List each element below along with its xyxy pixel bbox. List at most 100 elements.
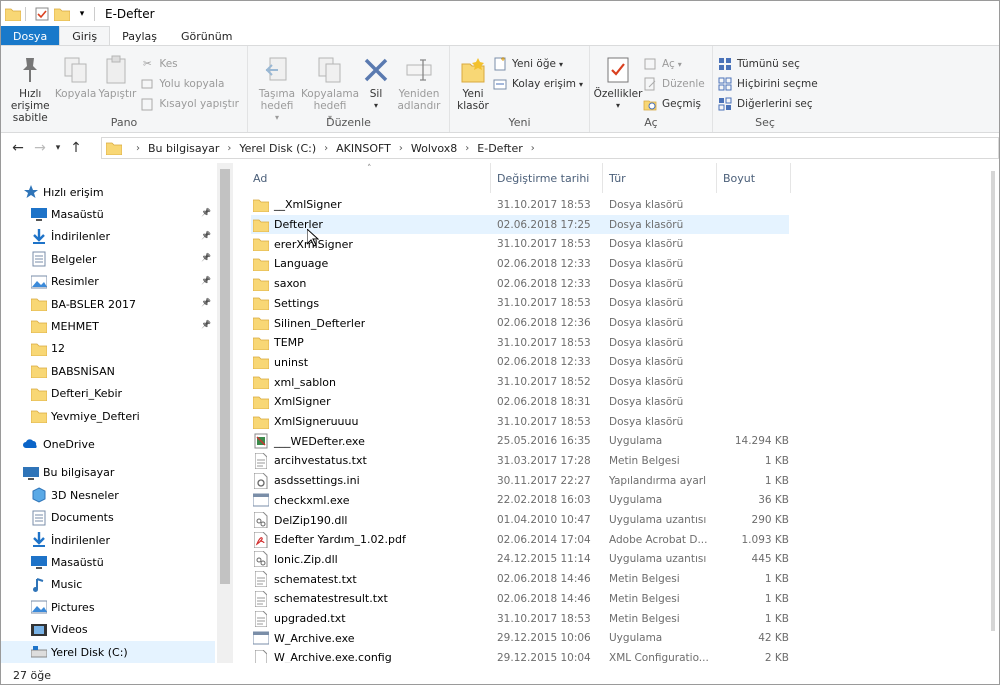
back-button[interactable]: ← — [7, 137, 29, 159]
file-row[interactable]: arcihvestatus.txt 31.03.2017 17:28 Metin B… — [251, 451, 789, 471]
file-row[interactable]: Defterler 02.06.2018 17:25 Dosya klasörü — [251, 214, 789, 235]
file-name-cell: arcihvestatus.txt — [251, 451, 367, 471]
file-row[interactable]: ererXmlSigner 31.10.2017 18:53 Dosya klasö… — [251, 234, 789, 254]
invert-selection-label: Diğerlerini seç — [737, 98, 813, 110]
column-header-date[interactable]: Değiştirme tarihi — [491, 163, 603, 193]
file-row[interactable]: checkxml.exe 22.02.2018 16:03 Uygulama 36 K… — [251, 491, 789, 511]
nav-pc-item[interactable]: 3D Nesneler — [1, 484, 215, 506]
file-row[interactable]: Settings 31.10.2017 18:53 Dosya klasörü — [251, 294, 789, 314]
nav-quick-item[interactable]: Yevmiye_Defteri — [1, 405, 215, 427]
select-all-button[interactable]: Tümünü seç — [717, 54, 822, 74]
file-name-cell: W_Archive.exe.config — [251, 648, 392, 663]
file-row[interactable]: __XmlSigner 31.10.2017 18:53 Dosya klasörü — [251, 195, 789, 215]
easy-access-button[interactable]: Kolay erişim ▾ — [492, 74, 587, 94]
new-item-button[interactable]: Yeni öğe ▾ — [492, 54, 587, 74]
file-row[interactable]: uninst 02.06.2018 12:33 Dosya klasörü — [251, 353, 789, 373]
file-row[interactable]: schematest.txt 02.06.2018 14:46 Metin Belg… — [251, 569, 789, 589]
file-name-cell: __XmlSigner — [251, 195, 342, 215]
nav-quick-item[interactable]: BABSNİSAN — [1, 360, 215, 382]
new-folder-quick-icon[interactable] — [54, 6, 70, 22]
navigation-scrollbar-thumb[interactable] — [220, 169, 230, 584]
paste-shortcut-button[interactable]: Kısayol yapıştır — [139, 94, 243, 114]
file-row[interactable]: TEMP 31.10.2017 18:53 Dosya klasörü — [251, 333, 789, 353]
nav-quick-item[interactable]: Defteri_Kebir — [1, 383, 215, 405]
column-header-type[interactable]: Tür — [603, 163, 717, 193]
nav-pc-item[interactable]: Videos — [1, 619, 215, 641]
nav-item-label: Documents — [51, 511, 114, 525]
up-button[interactable]: ↑ — [65, 137, 87, 159]
file-row[interactable]: Silinen_Defterler 02.06.2018 12:36 Dosya k… — [251, 313, 789, 333]
file-name-cell: DelZip190.dll — [251, 510, 347, 530]
breadcrumb-chevron-icon[interactable]: › — [227, 143, 231, 154]
file-row[interactable]: XmlSigner 02.06.2018 18:31 Dosya klasörü — [251, 392, 789, 412]
customize-quick-access-icon[interactable]: ▾ — [74, 6, 90, 22]
file-type: Dosya klasörü — [609, 415, 684, 428]
file-row[interactable]: upgraded.txt 31.10.2017 18:53 Metin Belges… — [251, 609, 789, 629]
breadcrumb-chevron-icon[interactable]: › — [324, 143, 328, 154]
breadcrumb-chevron-icon[interactable]: › — [136, 143, 140, 154]
nav-quick-item[interactable]: Resimler 📌 — [1, 271, 215, 293]
nav-quick-item[interactable]: 12 — [1, 338, 215, 360]
tab-file[interactable]: Dosya — [1, 26, 60, 46]
nav-pc-item[interactable]: Music — [1, 574, 215, 596]
properties-quick-icon[interactable] — [34, 6, 50, 22]
file-row[interactable]: asdssettings.ini 30.11.2017 22:27 Yapıland… — [251, 471, 789, 491]
file-row[interactable]: Language 02.06.2018 12:33 Dosya klasörü — [251, 254, 789, 274]
nav-quick-item[interactable]: İndirilenler 📌 — [1, 226, 215, 248]
nav-this-pc[interactable]: Bu bilgisayar — [1, 462, 215, 484]
nav-pc-item[interactable]: Yerel Disk (C:) — [1, 641, 215, 663]
file-row[interactable]: xml_sablon 31.10.2017 18:52 Dosya klasörü — [251, 372, 789, 392]
file-row[interactable]: W_Archive.exe.config 29.12.2015 10:04 XML … — [251, 648, 789, 663]
file-row[interactable]: XmlSigneruuuu 31.10.2017 18:53 Dosya klasö… — [251, 412, 789, 432]
breadcrumb-akinsoft[interactable]: AKINSOFT — [336, 142, 391, 155]
breadcrumb-chevron-icon[interactable]: › — [465, 143, 469, 154]
breadcrumb-local-disk[interactable]: Yerel Disk (C:) — [239, 142, 316, 155]
nav-onedrive[interactable]: OneDrive — [1, 433, 215, 455]
nav-quick-item[interactable]: BA-BSLER 2017 📌 — [1, 293, 215, 315]
cut-button[interactable]: ✂ Kes — [139, 54, 243, 74]
nav-pc-item[interactable]: Pictures — [1, 596, 215, 618]
open-button[interactable]: Aç ▾ — [642, 54, 709, 74]
nav-pc-item[interactable]: İndirilenler — [1, 529, 215, 551]
breadcrumb-wolvox8[interactable]: Wolvox8 — [411, 142, 457, 155]
nav-pc-item[interactable]: Masaüstü — [1, 551, 215, 573]
navigation-scrollbar[interactable] — [217, 163, 233, 663]
file-type: Dosya klasörü — [609, 376, 684, 389]
file-row[interactable]: schematestresult.txt 02.06.2018 14:46 Meti… — [251, 589, 789, 609]
select-none-button[interactable]: Hiçbirini seçme — [717, 74, 822, 94]
tab-share[interactable]: Paylaş — [110, 26, 169, 46]
address-bar[interactable]: › Bu bilgisayar › Yerel Disk (C:) › AKIN… — [101, 137, 999, 159]
breadcrumb-this-pc[interactable]: Bu bilgisayar — [148, 142, 219, 155]
file-row[interactable]: DelZip190.dll 01.04.2010 10:47 Uygulama uz… — [251, 510, 789, 530]
file-row[interactable]: Ionic.Zip.dll 24.12.2015 11:14 Uygulama uz… — [251, 550, 789, 570]
file-row[interactable]: W_Archive.exe 29.12.2015 10:06 Uygulama 42 … — [251, 628, 789, 648]
copy-path-button[interactable]: Yolu kopyala — [139, 74, 243, 94]
column-header-size[interactable]: Boyut — [717, 163, 791, 193]
file-list-scrollbar[interactable] — [987, 163, 999, 663]
file-size — [721, 294, 789, 314]
file-type: Uygulama uzantısı — [609, 553, 707, 566]
invert-selection-button[interactable]: Diğerlerini seç — [717, 94, 822, 114]
edit-button[interactable]: Düzenle — [642, 74, 709, 94]
tab-home[interactable]: Giriş — [59, 26, 111, 46]
breadcrumb-chevron-icon[interactable]: › — [399, 143, 403, 154]
recent-locations-button[interactable]: ▾ — [51, 137, 65, 159]
nav-quick-item[interactable]: Belgeler 📌 — [1, 248, 215, 270]
settings-file-icon — [253, 472, 269, 489]
nav-pc-item[interactable]: Documents — [1, 507, 215, 529]
file-row[interactable]: Edefter Yardım_1.02.pdf 02.06.2014 17:04 A… — [251, 530, 789, 550]
column-header-name[interactable]: Ad — [247, 163, 491, 193]
breadcrumb-e-defter[interactable]: E-Defter — [477, 142, 522, 155]
nav-item-label: BA-BSLER 2017 — [51, 297, 136, 311]
breadcrumb-chevron-icon[interactable]: › — [531, 143, 535, 154]
nav-quick-item[interactable]: MEHMET 📌 — [1, 315, 215, 337]
file-date: 25.05.2016 16:35 — [497, 435, 591, 448]
history-button[interactable]: Geçmiş — [642, 94, 709, 114]
new-folder-label: Yeni klasör — [457, 88, 489, 112]
nav-quick-access[interactable]: Hızlı erişim — [1, 181, 215, 203]
file-row[interactable]: ___WEDefter.exe 25.05.2016 16:35 Uygulama 1… — [251, 431, 789, 451]
nav-quick-item[interactable]: Masaüstü 📌 — [1, 203, 215, 225]
file-row[interactable]: saxon 02.06.2018 12:33 Dosya klasörü — [251, 274, 789, 294]
tab-view[interactable]: Görünüm — [169, 26, 244, 46]
forward-button[interactable]: → — [29, 137, 51, 159]
